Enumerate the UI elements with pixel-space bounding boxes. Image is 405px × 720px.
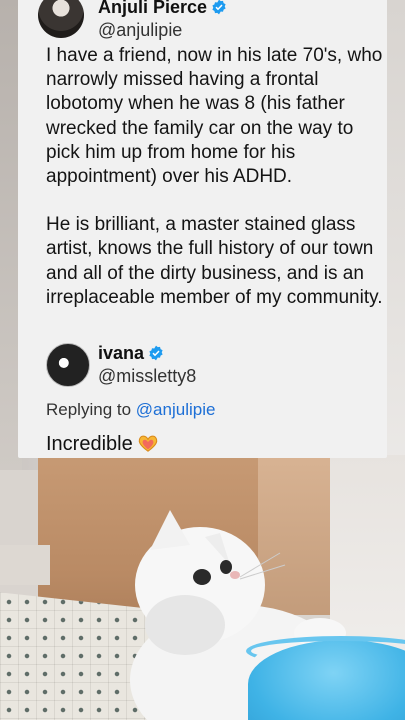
replying-to-line: Replying to @anjulipie bbox=[46, 400, 215, 420]
author-name[interactable]: Anjuli Pierce bbox=[98, 0, 207, 17]
tweet-screenshot-card: Anjuli Pierce @anjulipie I have a friend… bbox=[18, 0, 387, 458]
tweet-text: I have a friend, now in his late 70's, w… bbox=[46, 44, 391, 310]
verified-badge-icon bbox=[212, 0, 226, 15]
tweet-paragraph: He is brilliant, a master stained glass … bbox=[46, 214, 383, 308]
floor-edge bbox=[0, 545, 50, 585]
reply-author-name-row[interactable]: ivana bbox=[98, 343, 164, 364]
tweet-paragraph: I have a friend, now in his late 70's, w… bbox=[46, 45, 383, 188]
author-handle[interactable]: @anjulipie bbox=[98, 20, 182, 41]
reply-author-name[interactable]: ivana bbox=[98, 343, 144, 363]
verified-badge-icon bbox=[149, 345, 163, 361]
reply-text: Incredible bbox=[46, 433, 159, 456]
author-name-row[interactable]: Anjuli Pierce bbox=[98, 0, 227, 18]
replying-to-label: Replying to bbox=[46, 400, 132, 419]
reply-author-avatar[interactable] bbox=[46, 343, 90, 387]
reply-author-handle[interactable]: @missletty8 bbox=[98, 366, 196, 387]
reply-text-content: Incredible bbox=[46, 433, 133, 455]
heart-hands-emoji-icon bbox=[138, 435, 157, 452]
author-avatar[interactable] bbox=[38, 0, 84, 38]
replying-to-mention-link[interactable]: @anjulipie bbox=[136, 400, 216, 419]
